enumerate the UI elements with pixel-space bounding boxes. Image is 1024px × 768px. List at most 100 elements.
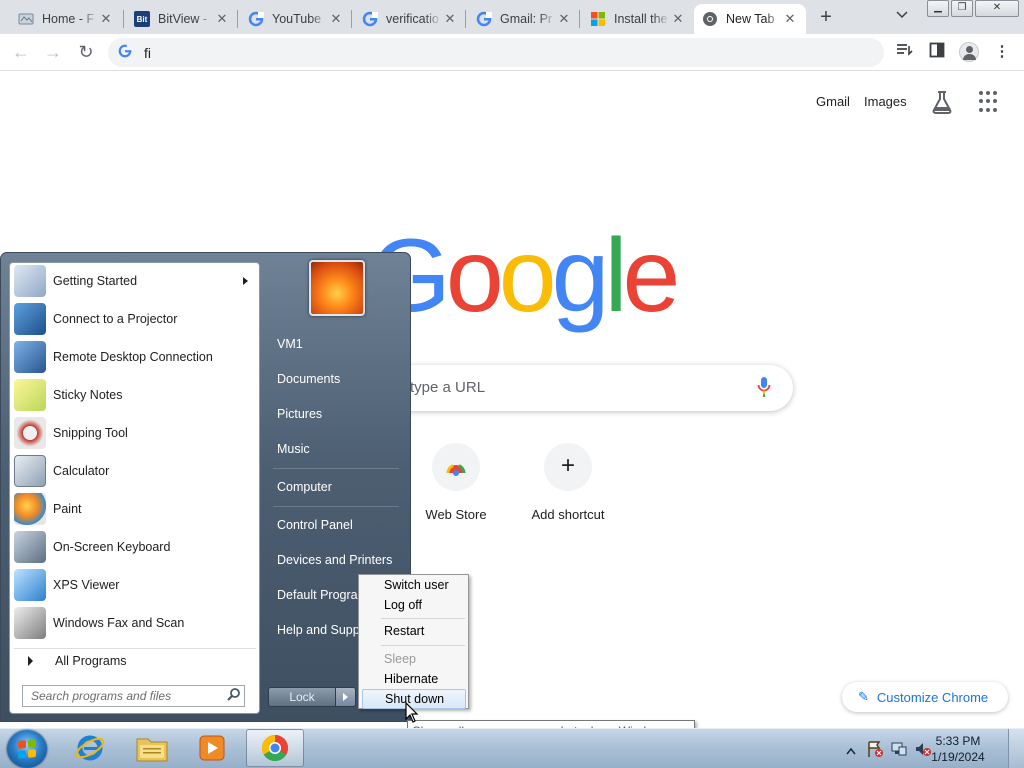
search-icon[interactable] [226,687,244,705]
tab-install[interactable]: Install the ✕ [582,4,694,34]
more-menu-icon[interactable]: ⋮ [991,42,1013,64]
close-tab-icon[interactable]: ✕ [328,11,344,27]
start-item-computer[interactable]: Computer [269,472,403,502]
tab-home[interactable]: Home - F ✕ [10,4,122,34]
microsoft-favicon [590,11,606,27]
menu-item-restart[interactable]: Restart [362,621,466,641]
labs-flask-icon[interactable] [931,90,953,114]
address-bar[interactable]: fi [108,38,884,67]
voice-search-mic-icon[interactable] [757,376,771,398]
tab-divider [237,10,238,28]
start-item-devices-printers[interactable]: Devices and Printers [269,545,403,575]
close-tab-icon[interactable]: ✕ [782,11,798,27]
program-paint[interactable]: Paint [14,491,256,527]
add-shortcut-label[interactable]: Add shortcut [518,507,618,522]
program-projector[interactable]: Connect to a Projector [14,301,256,337]
start-search-input[interactable]: Search programs and files [22,685,245,707]
new-tab-button[interactable]: + [814,6,838,30]
reading-list-icon[interactable] [894,42,916,64]
side-panel-icon[interactable] [926,42,948,64]
taskbar-google-chrome[interactable] [246,729,304,767]
logo-letter: g [551,218,610,334]
taskbar-internet-explorer[interactable] [62,729,118,767]
show-desktop-button[interactable] [1008,729,1024,768]
program-remote-desktop[interactable]: Remote Desktop Connection [14,339,256,375]
program-getting-started[interactable]: Getting Started [14,263,256,299]
gmail-link[interactable]: Gmail [816,94,850,109]
back-arrow-icon[interactable]: ← [10,42,32,64]
customize-chrome-button[interactable]: ✎ Customize Chrome [842,682,1008,712]
restore-button[interactable]: ❐ [951,0,973,17]
web-store-label[interactable]: Web Store [416,507,496,522]
tab-search-chevron-icon[interactable] [896,8,908,22]
all-programs-button[interactable]: All Programs [14,648,256,672]
power-options-menu: Switch user Log off Restart Sleep Hibern… [358,574,469,709]
close-tab-icon[interactable]: ✕ [442,11,458,27]
program-sticky-notes[interactable]: Sticky Notes [14,377,256,413]
program-calculator[interactable]: Calculator [14,453,256,489]
tab-youtube[interactable]: YouTube ✕ [240,4,352,34]
google-apps-icon[interactable] [979,91,1001,113]
browser-toolbar: ← → ↻ fi ⋮ [0,34,1024,71]
program-snipping-tool[interactable]: Snipping Tool [14,415,256,451]
folder-icon [136,738,168,762]
taskbar-media-player[interactable] [184,729,240,767]
start-item-documents[interactable]: Documents [269,364,403,394]
mouse-pointer-icon [405,701,419,724]
chrome-favicon [702,11,718,27]
images-link[interactable]: Images [864,94,907,109]
menu-item-hibernate[interactable]: Hibernate [362,669,466,689]
reload-icon[interactable]: ↻ [75,42,97,64]
start-item-vm1[interactable]: VM1 [269,329,403,359]
program-label: XPS Viewer [53,578,120,592]
menu-item-log-off[interactable]: Log off [362,595,466,615]
tab-title: Home - F [42,12,95,26]
customize-chrome-label: Customize Chrome [876,689,989,705]
close-window-button[interactable]: ✕ [975,0,1019,17]
logo-letter: o [445,218,504,334]
tab-verification[interactable]: verificatio ✕ [354,4,466,34]
show-hidden-icons-arrow[interactable] [846,744,856,758]
close-tab-icon[interactable]: ✕ [556,11,572,27]
forward-arrow-icon[interactable]: → [42,42,64,64]
close-tab-icon[interactable]: ✕ [98,11,114,27]
add-shortcut-plus-icon[interactable]: + [544,443,592,491]
system-clock[interactable]: 5:33 PM 1/19/2024 [930,733,986,765]
google-logo: Google [370,216,681,336]
start-item-music[interactable]: Music [269,434,403,464]
start-item-control-panel[interactable]: Control Panel [269,510,403,540]
web-store-icon[interactable] [432,443,480,491]
network-icon[interactable] [890,740,908,761]
profile-avatar-icon[interactable] [959,42,979,62]
logo-letter: e [622,218,681,334]
tab-new-tab[interactable]: New Tab ✕ [694,4,806,34]
tab-bitview[interactable]: Bit BitView - ✕ [126,4,238,34]
program-label: Remote Desktop Connection [53,350,213,364]
submenu-arrow-icon [243,277,248,285]
start-item-pictures[interactable]: Pictures [269,399,403,429]
paint-icon [14,493,46,525]
program-on-screen-keyboard[interactable]: On-Screen Keyboard [14,529,256,565]
tab-gmail[interactable]: Gmail: Pr ✕ [468,4,580,34]
projector-icon [14,303,46,335]
program-fax-and-scan[interactable]: Windows Fax and Scan [14,605,256,641]
clock-time: 5:33 PM [935,734,981,748]
lock-button[interactable]: Lock [268,687,336,707]
program-xps-viewer[interactable]: XPS Viewer [14,567,256,603]
close-tab-icon[interactable]: ✕ [214,11,230,27]
tab-strip: Home - F ✕ Bit BitView - ✕ YouTube ✕ ver… [0,0,1024,34]
menu-item-switch-user[interactable]: Switch user [362,575,466,595]
start-divider [273,468,399,469]
address-bar-value[interactable]: fi [144,45,151,61]
power-options-arrow-button[interactable] [335,687,356,707]
user-account-picture[interactable] [309,260,365,316]
chrome-icon [261,734,289,762]
action-center-flag-icon[interactable] [866,740,884,761]
minimize-button[interactable]: ▁ [927,0,949,17]
all-programs-arrow-icon [28,655,33,666]
bitview-favicon: Bit [134,11,150,27]
start-button[interactable] [7,730,47,768]
taskbar-windows-explorer[interactable] [124,729,180,767]
close-tab-icon[interactable]: ✕ [670,11,686,27]
ntp-search-box[interactable]: type a URL [360,365,793,411]
